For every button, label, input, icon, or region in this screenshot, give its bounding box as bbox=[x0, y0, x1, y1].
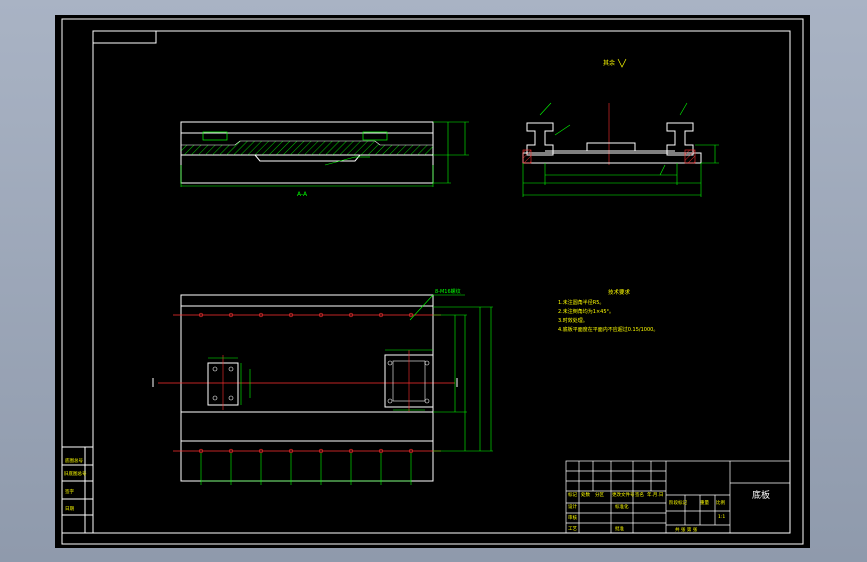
tb-mark: 标记 bbox=[568, 491, 577, 498]
corner-code-box bbox=[92, 30, 157, 44]
tb-count: 处数 bbox=[581, 491, 590, 498]
side-view: 其余 bbox=[522, 58, 719, 197]
tb-scale-value: 1:1 bbox=[718, 514, 725, 520]
cad-viewport[interactable]: A-A 其余 8-M16螺纹 技术要求 1.未注圆角半径R5。 2.未注倒角均为… bbox=[55, 15, 810, 548]
margin-row-label: 旧底图总号 bbox=[64, 470, 87, 477]
tb-design: 设计 bbox=[568, 503, 577, 510]
note-line: 1.未注圆角半径R5。 bbox=[558, 299, 604, 306]
technical-notes: 技术要求 1.未注圆角半径R5。 2.未注倒角均为1×45°。 3.时效处理。 … bbox=[558, 288, 658, 333]
section-view-aa bbox=[180, 121, 469, 187]
inner-border bbox=[92, 30, 791, 534]
section-label: A-A bbox=[297, 191, 308, 198]
notes-title: 技术要求 bbox=[608, 288, 631, 296]
tb-approve: 批准 bbox=[615, 525, 624, 532]
plan-view bbox=[152, 294, 493, 485]
view-label: 其余 bbox=[603, 59, 615, 67]
drawing-sheet: A-A 其余 8-M16螺纹 技术要求 1.未注圆角半径R5。 2.未注倒角均为… bbox=[61, 18, 804, 545]
surface-finish-icon bbox=[617, 58, 627, 68]
tb-change-doc: 更改文件号 bbox=[612, 491, 635, 498]
note-line: 4.底板平面度在平面内不应超过0.15/1000。 bbox=[558, 326, 658, 333]
tb-weight: 重量 bbox=[700, 499, 709, 506]
tb-scale: 比例 bbox=[716, 499, 725, 506]
tb-check: 审核 bbox=[568, 514, 577, 521]
drawing-title: 底板 bbox=[752, 489, 770, 501]
tb-sign: 签名 bbox=[635, 491, 644, 498]
margin-row-label: 底图总号 bbox=[65, 457, 83, 464]
margin-row-label: 签字 bbox=[65, 488, 74, 495]
note-line: 3.时效处理。 bbox=[558, 317, 588, 324]
tb-sheet: 共 张 第 张 bbox=[675, 526, 698, 533]
tb-stage-mark: 阶段标记 bbox=[669, 499, 687, 506]
tb-date: 年.月.日 bbox=[647, 491, 663, 498]
tb-process: 工艺 bbox=[568, 526, 577, 532]
tb-standardize: 标准化 bbox=[615, 503, 629, 510]
margin-row-label: 日期 bbox=[65, 506, 74, 512]
tb-zone: 分区 bbox=[595, 491, 604, 498]
note-line: 2.未注倒角均为1×45°。 bbox=[558, 308, 614, 315]
hole-callout: 8-M16螺纹 bbox=[435, 288, 461, 295]
